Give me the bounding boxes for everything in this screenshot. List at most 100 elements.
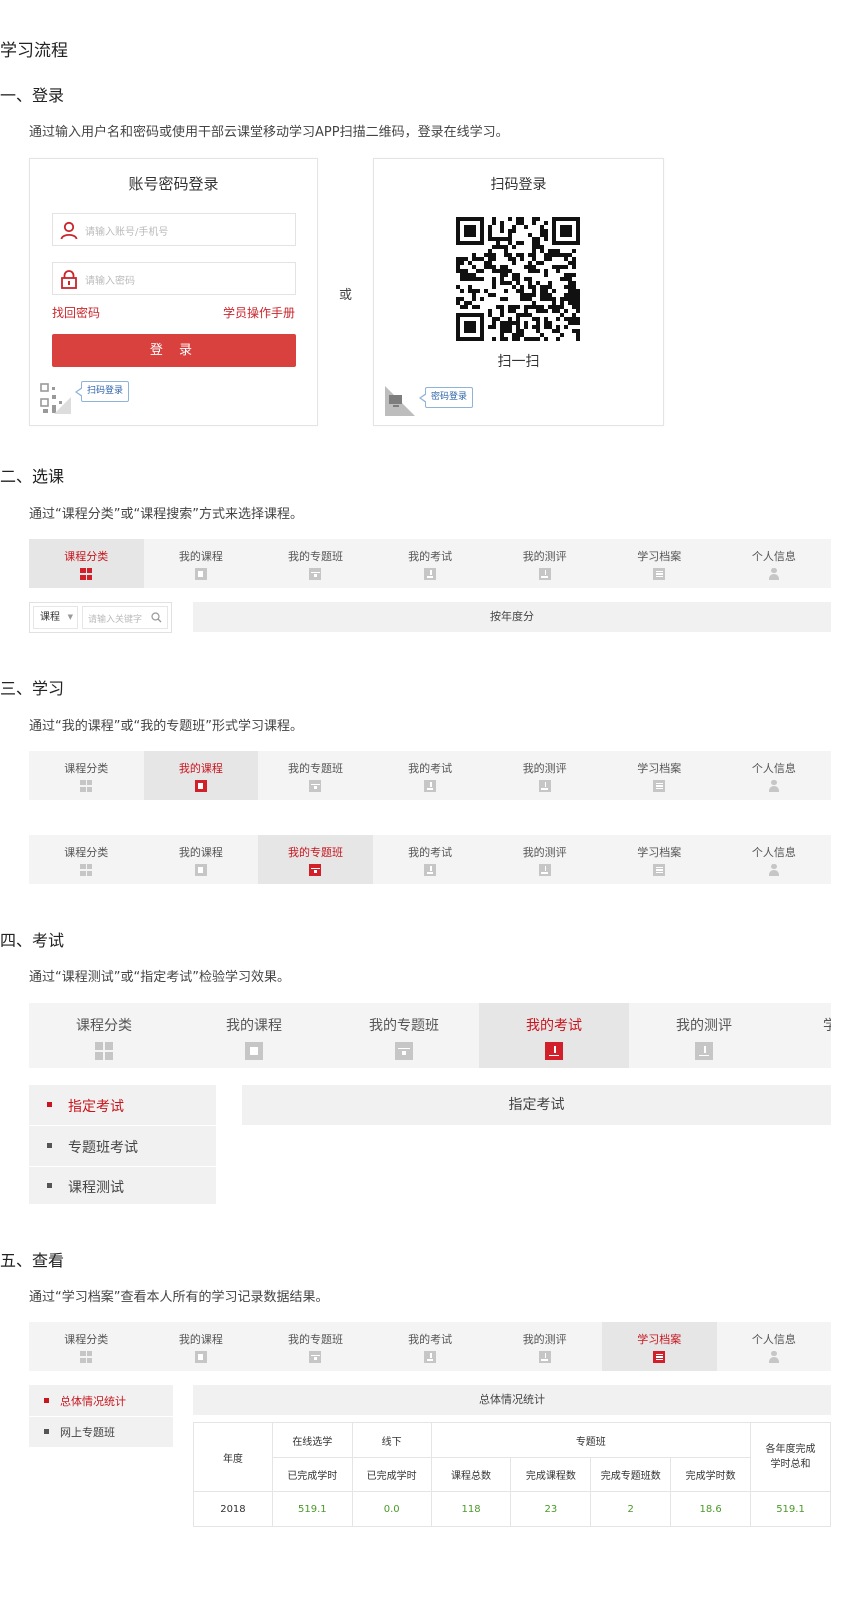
tab-person[interactable]: 个人信息 (717, 539, 831, 588)
tab-evaluate[interactable]: 我的测评 (487, 751, 602, 800)
menu-item-course-test[interactable]: 课程测试 (29, 1167, 216, 1204)
username-input[interactable]: 请输入账号/手机号 (52, 213, 296, 246)
menu-item-online-class[interactable]: 网上专题班 (29, 1417, 173, 1447)
qr-corner-icon[interactable] (40, 383, 72, 415)
section-heading-select: 二、选课 (0, 467, 65, 486)
tab-label: 我的考试 (526, 1018, 582, 1034)
tab-grid[interactable]: 课程分类 (29, 751, 144, 800)
tab-archive[interactable]: 学习档案 (602, 539, 717, 588)
password-login-tip[interactable]: 密码登录 (418, 387, 474, 408)
exam-icon (424, 864, 437, 876)
cell-done-courses: 23 (510, 1491, 592, 1527)
password-input[interactable]: 请输入密码 (52, 262, 296, 295)
user-manual-link[interactable]: 学员操作手册 (223, 304, 295, 321)
menu-item-class-exam[interactable]: 专题班考试 (29, 1126, 216, 1166)
tab-archive[interactable]: 学习档案 (602, 1322, 717, 1371)
exam-icon (545, 1042, 563, 1060)
exam-panel-title: 指定考试 (242, 1085, 831, 1125)
section-desc-select: 通过“课程分类”或“课程搜索”方式来选择课程。 (29, 507, 303, 522)
tab-label: 学习档案 (637, 1333, 682, 1346)
bullet-icon (47, 1143, 52, 1148)
exam-icon (424, 568, 437, 580)
section-desc-study: 通过“我的课程”或“我的专题班”形式学习课程。 (29, 719, 303, 734)
tab-label: 我的专题班 (287, 846, 343, 859)
tab-class[interactable]: 我的专题班 (258, 1322, 373, 1371)
tab-exam[interactable]: 我的考试 (373, 539, 488, 588)
tab-label: 我的测评 (676, 1018, 732, 1034)
tab-video[interactable]: 我的课程 (144, 539, 259, 588)
tab-label: 我的考试 (408, 762, 453, 775)
tab-label: 我的课程 (226, 1018, 282, 1034)
tab-label: 学习档案 (637, 550, 682, 563)
class-icon (395, 1042, 413, 1060)
menu-item-overall-stats[interactable]: 总体情况统计 (29, 1385, 173, 1416)
class-icon (309, 568, 322, 580)
tab-archive[interactable]: 学习档案 (602, 835, 717, 884)
nav-bar-archive: 课程分类 我的课程 我的专题班 我的考试 我的测评 学习档案 个人信息 (29, 1322, 831, 1371)
tab-person[interactable]: 个人信息 (717, 1322, 831, 1371)
tab-label: 我的测评 (522, 762, 567, 775)
search-placeholder: 请输入关键字 (88, 615, 143, 625)
tab-grid[interactable]: 课程分类 (29, 1003, 179, 1068)
section-heading-exam: 四、考试 (0, 931, 65, 950)
tab-archive[interactable]: 学 (779, 1003, 831, 1068)
tab-evaluate[interactable]: 我的测评 (487, 835, 602, 884)
password-placeholder: 请输入密码 (85, 276, 135, 287)
tab-class[interactable]: 我的专题班 (258, 751, 373, 800)
menu-item-label: 网上专题班 (60, 1426, 115, 1439)
tab-label: 我的测评 (522, 1333, 567, 1346)
search-type-value: 课程 (40, 612, 60, 623)
tab-exam[interactable]: 我的考试 (373, 835, 488, 884)
forgot-password-link[interactable]: 找回密码 (52, 304, 100, 321)
person-icon (768, 1351, 780, 1363)
search-input[interactable]: 请输入关键字 (82, 606, 168, 629)
header-total-hours: 各年度完成学时总和 (750, 1422, 831, 1492)
tab-video[interactable]: 我的课程 (144, 1322, 259, 1371)
tab-exam[interactable]: 我的考试 (373, 751, 488, 800)
evaluate-icon (538, 568, 551, 580)
tab-label: 学习档案 (637, 762, 682, 775)
page-title: 学习流程 (0, 41, 68, 61)
tab-evaluate[interactable]: 我的测评 (487, 539, 602, 588)
cell-online-hours: 519.1 (271, 1491, 353, 1527)
nav-bar-1: 课程分类 我的课程 我的专题班 我的考试 我的测评 学习档案 个人信息 (29, 539, 831, 588)
tab-grid[interactable]: 课程分类 (29, 835, 144, 884)
menu-item-assigned-exam[interactable]: 指定考试 (29, 1085, 216, 1125)
tab-archive[interactable]: 学习档案 (602, 751, 717, 800)
section-desc-login: 通过输入用户名和密码或使用干部云课堂移动学习APP扫描二维码，登录在线学习。 (29, 125, 509, 140)
tab-label: 课程分类 (64, 1333, 109, 1346)
tab-class[interactable]: 我的专题班 (258, 539, 373, 588)
section-heading-study: 三、学习 (0, 679, 65, 698)
tab-exam[interactable]: 我的考试 (479, 1003, 629, 1068)
cell-year: 2018 (193, 1491, 273, 1527)
course-search-box: 课程 ▼ 请输入关键字 (29, 602, 172, 633)
or-text: 或 (339, 288, 353, 303)
tab-person[interactable]: 个人信息 (717, 751, 831, 800)
subheader-done-courses: 完成课程数 (510, 1457, 592, 1492)
computer-corner-icon[interactable] (384, 385, 416, 417)
tab-label: 我的专题班 (287, 762, 343, 775)
tab-class[interactable]: 我的专题班 (329, 1003, 479, 1068)
search-icon[interactable] (151, 612, 162, 623)
search-type-select[interactable]: 课程 ▼ (33, 606, 78, 629)
exam-icon (424, 1351, 437, 1363)
tab-video[interactable]: 我的课程 (144, 835, 259, 884)
tab-class[interactable]: 我的专题班 (258, 835, 373, 884)
tab-grid[interactable]: 课程分类 (29, 1322, 144, 1371)
login-button[interactable]: 登 录 (52, 334, 296, 367)
cell-total-hours: 519.1 (750, 1491, 831, 1527)
scan-login-tip[interactable]: 扫码登录 (74, 381, 130, 402)
tab-evaluate[interactable]: 我的测评 (629, 1003, 779, 1068)
tab-label: 我的考试 (408, 1333, 453, 1346)
tab-grid[interactable]: 课程分类 (29, 539, 144, 588)
bullet-icon (47, 1183, 52, 1188)
tab-video[interactable]: 我的课程 (179, 1003, 329, 1068)
subheader-done-hours: 完成学时数 (670, 1457, 752, 1492)
tab-person[interactable]: 个人信息 (717, 835, 831, 884)
year-filter-bar[interactable]: 按年度分 (193, 602, 831, 632)
tab-exam[interactable]: 我的考试 (373, 1322, 488, 1371)
tab-label: 个人信息 (751, 846, 796, 859)
tab-evaluate[interactable]: 我的测评 (487, 1322, 602, 1371)
grid-icon (95, 1042, 113, 1060)
tab-video[interactable]: 我的课程 (143, 751, 259, 800)
